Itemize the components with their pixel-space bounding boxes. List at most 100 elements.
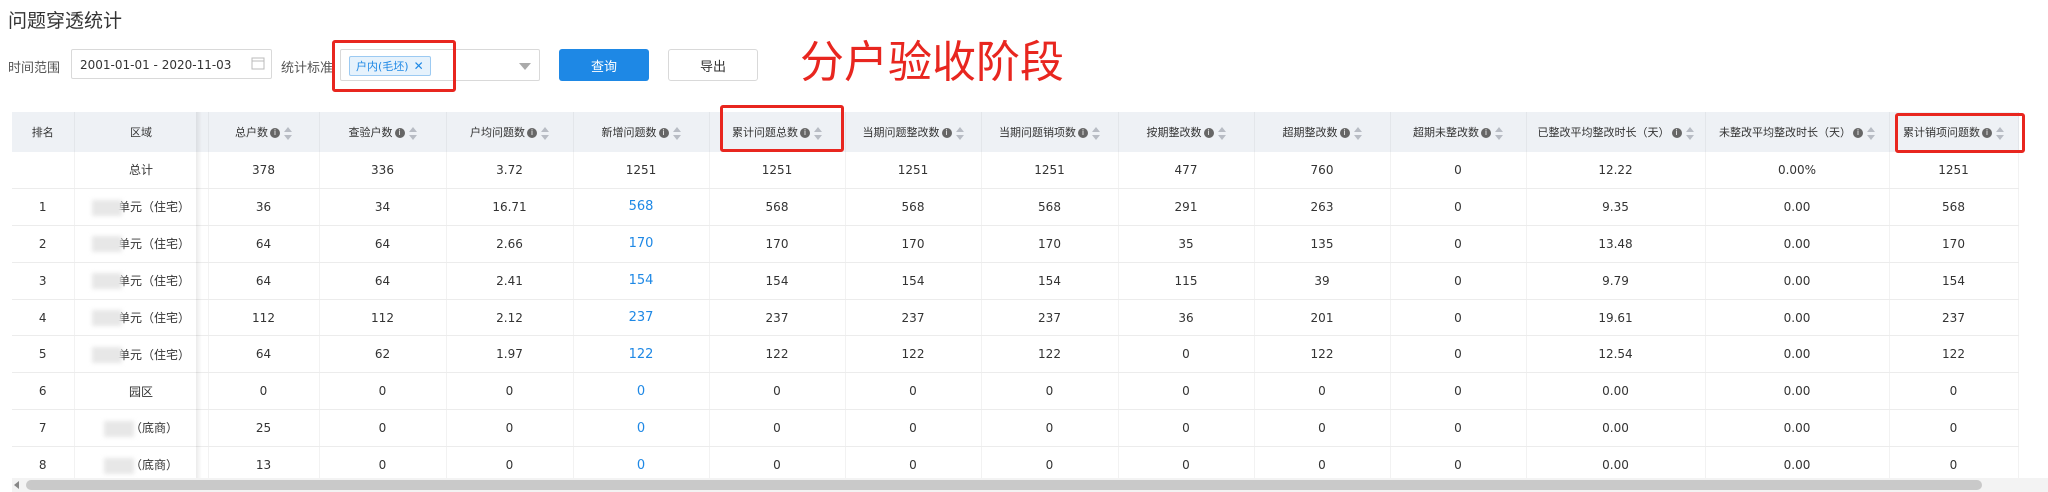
chevron-down-icon[interactable] <box>519 63 531 70</box>
new-issues-link[interactable]: 154 <box>573 262 710 300</box>
stat-standard-label: 统计标准 <box>281 61 334 76</box>
scrollbar-thumb[interactable] <box>26 480 1982 490</box>
data-cell: 154 <box>1889 262 2019 300</box>
column-header-label: 当期问题销项数 <box>999 126 1076 139</box>
data-cell: 0 <box>1118 372 1255 411</box>
sort-icon[interactable] <box>1495 126 1503 140</box>
horizontal-scrollbar[interactable] <box>12 478 2048 492</box>
new-issues-link[interactable]: 170 <box>573 225 710 263</box>
info-icon[interactable]: i <box>1203 128 1214 138</box>
sort-icon[interactable] <box>1217 126 1226 140</box>
data-cell: 291 <box>1118 188 1255 226</box>
info-icon[interactable]: i <box>1339 128 1350 138</box>
rank-cell: 6 <box>12 372 75 411</box>
info-icon[interactable]: i <box>527 128 537 138</box>
data-cell: 237 <box>709 299 846 337</box>
data-cell: 12.54 <box>1526 335 1706 374</box>
data-cell: 0.00% <box>1705 152 1890 189</box>
data-cell: 0 <box>1390 372 1527 411</box>
column-header[interactable]: 当期问题销项数 i <box>981 112 1119 152</box>
redacted-name <box>91 310 122 327</box>
data-cell: 0 <box>319 372 447 411</box>
data-cell: 170 <box>981 225 1119 263</box>
data-cell: 170 <box>845 225 982 263</box>
column-header-label: 户均问题数 <box>470 126 525 139</box>
data-cell: 122 <box>981 335 1119 374</box>
column-header[interactable]: 总户数 i <box>208 112 320 152</box>
data-cell: 0.00 <box>1705 335 1890 374</box>
data-cell: 0 <box>1390 335 1527 374</box>
new-issues-link[interactable]: 237 <box>573 299 710 337</box>
sort-icon[interactable] <box>955 126 964 140</box>
redacted-name <box>91 273 122 290</box>
info-icon[interactable]: i <box>1481 128 1491 138</box>
date-range-input[interactable]: 2001-01-01 - 2020-11-03 <box>71 49 272 79</box>
scroll-left-icon[interactable] <box>14 481 19 489</box>
data-cell: 1251 <box>709 152 846 189</box>
data-cell: 0 <box>1889 409 2019 448</box>
data-cell: 0 <box>208 372 320 411</box>
column-header-label: 按期整改数 <box>1146 126 1202 139</box>
new-issues-link[interactable]: 568 <box>573 188 710 226</box>
sort-icon[interactable] <box>1353 126 1362 140</box>
column-header[interactable]: 已整改平均整改时长（天） i <box>1526 112 1706 152</box>
rank-cell <box>12 152 75 189</box>
info-icon[interactable]: i <box>1671 128 1682 138</box>
data-cell: 0 <box>1390 152 1527 189</box>
new-issues-link[interactable]: 0 <box>573 446 710 478</box>
info-icon[interactable]: i <box>658 128 669 138</box>
column-header[interactable]: 按期整改数 i <box>1118 112 1255 152</box>
column-header[interactable]: 当期问题整改数 i <box>845 112 982 152</box>
highlight-box-stat-select <box>332 40 456 92</box>
area-label: 总计 <box>128 163 153 178</box>
area-cell: 单元（住宅） <box>74 299 209 337</box>
data-cell: 237 <box>1889 299 2019 337</box>
column-header[interactable]: 未整改平均整改时长（天） i <box>1705 112 1890 152</box>
data-cell: 12.22 <box>1526 152 1706 189</box>
data-cell: 3.72 <box>446 152 574 189</box>
new-issues-link[interactable]: 122 <box>573 335 710 374</box>
data-cell: 0 <box>981 409 1119 448</box>
new-issues-link[interactable]: 0 <box>573 409 710 448</box>
column-header-label: 总户数 <box>235 126 268 139</box>
data-cell: 112 <box>319 299 447 337</box>
column-header[interactable]: 超期未整改数 i <box>1390 112 1527 152</box>
sort-icon[interactable] <box>541 126 549 140</box>
data-cell: 1251 <box>573 152 710 189</box>
sort-icon[interactable] <box>1867 126 1875 140</box>
data-cell: 237 <box>845 299 982 337</box>
info-icon[interactable]: i <box>1853 128 1863 138</box>
data-cell: 0 <box>1390 446 1527 478</box>
sort-icon[interactable] <box>408 126 417 140</box>
info-icon[interactable]: i <box>270 128 280 138</box>
column-header[interactable]: 查验户数 i <box>319 112 447 152</box>
area-label: 单元（住宅） <box>117 347 190 362</box>
column-header[interactable]: 超期整改数 i <box>1254 112 1391 152</box>
export-button[interactable]: 导出 <box>668 49 758 81</box>
data-cell: 0.00 <box>1705 299 1890 337</box>
new-issues-link[interactable]: 0 <box>573 372 710 411</box>
info-icon[interactable]: i <box>394 128 405 138</box>
data-cell: 0 <box>446 446 574 478</box>
area-label: 单元（住宅） <box>117 236 190 251</box>
column-header-label: 区域 <box>130 126 152 139</box>
column-header[interactable]: 新增问题数 i <box>573 112 710 152</box>
sort-icon[interactable] <box>672 126 681 140</box>
rank-cell: 1 <box>12 188 75 226</box>
sort-icon[interactable] <box>1685 126 1694 140</box>
data-cell: 0.00 <box>1526 409 1706 448</box>
query-button[interactable]: 查询 <box>559 49 649 81</box>
annotation-text: 分户验收阶段 <box>800 37 1064 88</box>
column-header[interactable]: 户均问题数 i <box>446 112 574 152</box>
info-icon[interactable]: i <box>941 128 952 138</box>
sort-icon[interactable] <box>1092 126 1100 140</box>
area-cell: （底商） <box>74 446 209 478</box>
data-cell: 0 <box>446 372 574 411</box>
sort-icon[interactable] <box>284 126 292 140</box>
info-icon[interactable]: i <box>1078 128 1088 138</box>
data-cell: 760 <box>1254 152 1391 189</box>
area-label: 园区 <box>128 384 153 399</box>
rank-cell: 8 <box>12 446 75 478</box>
area-label: （底商） <box>129 421 178 436</box>
redacted-name <box>103 457 134 474</box>
